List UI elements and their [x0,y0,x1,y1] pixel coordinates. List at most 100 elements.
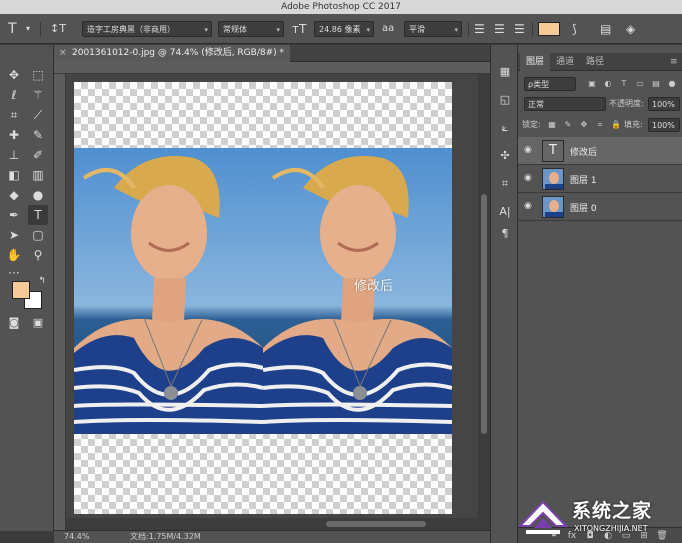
gradient-icon[interactable]: ▥ [28,165,48,185]
filter-smart-icon[interactable]: ▤ [650,78,662,90]
document-tab-title: 2001361012-0.jpg @ 74.4% (修改后, RGB/8#) * [72,48,285,58]
visibility-eye-icon[interactable]: ◉ [524,173,532,183]
anti-alias-value: 平滑 [409,25,425,34]
chevron-down-icon[interactable]: ▾ [26,19,30,39]
warp-text-icon[interactable]: ⟆ [572,19,577,39]
opacity-value: 100% [652,100,675,109]
eraser-icon[interactable]: ◧ [4,165,24,185]
font-style-value: 常规体 [223,25,247,34]
filter-shape-icon[interactable]: ▭ [634,78,646,90]
layer-row[interactable]: ◉ 图层 1 [518,165,682,193]
shape-tool-icon[interactable]: ▢ [28,225,48,245]
visibility-eye-icon[interactable]: ◉ [524,145,532,155]
text-orientation-icon[interactable]: ↕T [50,19,66,39]
filter-adjust-icon[interactable]: ◐ [602,78,614,90]
quick-mask-icon[interactable]: ◙ [4,313,24,333]
text-color-swatch[interactable] [538,22,560,36]
3d-icon[interactable]: ◈ [626,19,635,39]
lock-all-icon[interactable]: 🔒 [610,119,622,131]
font-style-select[interactable]: 常规体 ▾ [218,21,284,37]
move-tool-icon[interactable]: ✥ [4,65,24,85]
layer-row[interactable]: ◉ T 修改后 [518,137,682,165]
zoom-level[interactable]: 74.4% [64,531,89,543]
chevron-down-icon: ▾ [204,26,208,34]
lock-artboard-icon[interactable]: ⌗ [594,119,606,131]
font-size-value: 24.86 像素 [319,25,361,34]
watermark-title: 系统之家 [572,500,653,522]
blend-mode-select[interactable]: 正常 [524,97,606,111]
document-tab[interactable]: × 2001361012-0.jpg @ 74.4% (修改后, RGB/8#)… [54,45,290,62]
fill-value: 100% [652,121,675,130]
character-panel-icon[interactable]: A| [496,203,514,221]
layer-row[interactable]: ◉ 图层 0 [518,193,682,221]
zoom-tool-icon[interactable]: ⚲ [28,245,48,265]
more-tools-icon[interactable]: ··· [4,263,24,283]
screen-mode-icon[interactable]: ▣ [28,313,48,333]
paragraph-panel-icon[interactable]: ¶ [496,225,514,243]
watermark-url: XITONGZHIJIA.NET [574,524,648,533]
font-family-value: 造字工房典黑（非商用） [87,25,175,34]
document-canvas[interactable]: 修改后 [74,82,452,514]
horizontal-scrollbar[interactable] [66,518,478,530]
path-selection-icon[interactable]: ➤ [4,225,24,245]
layer-name: 图层 1 [570,176,597,186]
status-bar: 74.4% 文档:1.75M/4.32M [54,530,490,543]
tab-layers[interactable]: 图层 [520,53,551,71]
layer-filter-select[interactable]: ρ类型 [524,77,576,91]
chevron-down-icon: ▾ [454,26,458,34]
character-panel-icon[interactable]: ▤ [600,19,611,39]
hand-tool-icon[interactable]: ✋ [4,245,24,265]
type-tool-icon[interactable]: T [28,205,48,225]
crop-panel-icon[interactable]: ⌗ [496,175,514,193]
watermark-logo-icon [517,500,569,534]
align-center-icon[interactable]: ☰ [494,19,505,39]
brush-tool-icon[interactable]: ✎ [28,125,48,145]
eyedropper-icon[interactable]: ⟋ [28,105,48,125]
tab-paths[interactable]: 路径 [580,53,610,71]
anti-alias-icon: aa [382,23,395,34]
filter-toggle-icon[interactable]: ● [666,78,678,90]
font-size-icon: ᴛT [292,22,307,36]
dodge-tool-icon[interactable]: ● [28,185,48,205]
align-right-icon[interactable]: ☰ [514,19,525,39]
type-tool-preset-icon[interactable]: T [8,19,17,39]
brush-panel-icon[interactable]: ◱ [496,91,514,109]
lock-pixels-icon[interactable]: ▦ [546,119,558,131]
swap-colors-icon[interactable]: ↰ [32,271,52,291]
pen-tool-icon[interactable]: ✒ [4,205,24,225]
tab-channels[interactable]: 通道 [550,53,580,71]
document-size[interactable]: 文档:1.75M/4.32M [130,531,201,543]
panel-menu-icon[interactable]: ≡ [664,53,682,71]
fill-label: 填充: [624,120,643,129]
filter-pixel-icon[interactable]: ▣ [586,78,598,90]
puzzle-icon[interactable]: ✣ [496,147,514,165]
crop-tool-icon[interactable]: ⌗ [4,105,24,125]
lock-position-icon[interactable]: ✥ [578,119,590,131]
font-family-select[interactable]: 造字工房典黑（非商用） ▾ [82,21,212,37]
close-tab-icon[interactable]: × [59,45,67,62]
foreground-color-swatch[interactable] [12,281,30,299]
layer-name: 图层 0 [570,204,597,214]
clone-stamp-icon[interactable]: ⊥ [4,145,24,165]
properties-panel-icon[interactable]: ⟀ [496,119,514,137]
lasso-tool-icon[interactable]: ℓ [4,85,24,105]
anti-alias-select[interactable]: 平滑 ▾ [404,21,462,37]
visibility-eye-icon[interactable]: ◉ [524,201,532,211]
healing-brush-icon[interactable]: ✚ [4,125,24,145]
marquee-tool-icon[interactable]: ⬚ [28,65,48,85]
tools-panel: ✥ ⬚ ℓ ⚚ ⌗ ⟋ ✚ ✎ ⊥ ✐ ◧ ▥ ◆ ● ✒ T ➤ ▢ ✋ ⚲ … [0,45,54,531]
opacity-input[interactable]: 100% [648,97,680,111]
font-size-select[interactable]: 24.86 像素 ▾ [314,21,374,37]
blur-tool-icon[interactable]: ◆ [4,185,24,205]
vertical-scrollbar[interactable] [478,74,490,530]
blend-mode-value: 正常 [528,100,544,109]
history-panel-icon[interactable]: ▦ [496,63,514,81]
lock-paint-icon[interactable]: ✎ [562,119,574,131]
magic-wand-icon[interactable]: ⚚ [28,85,48,105]
filter-type-icon[interactable]: T [618,78,630,90]
layer-filter-value: ρ类型 [528,80,550,89]
canvas-text-layer[interactable]: 修改后 [354,275,393,294]
history-brush-icon[interactable]: ✐ [28,145,48,165]
align-left-icon[interactable]: ☰ [474,19,485,39]
fill-input[interactable]: 100% [648,118,680,132]
